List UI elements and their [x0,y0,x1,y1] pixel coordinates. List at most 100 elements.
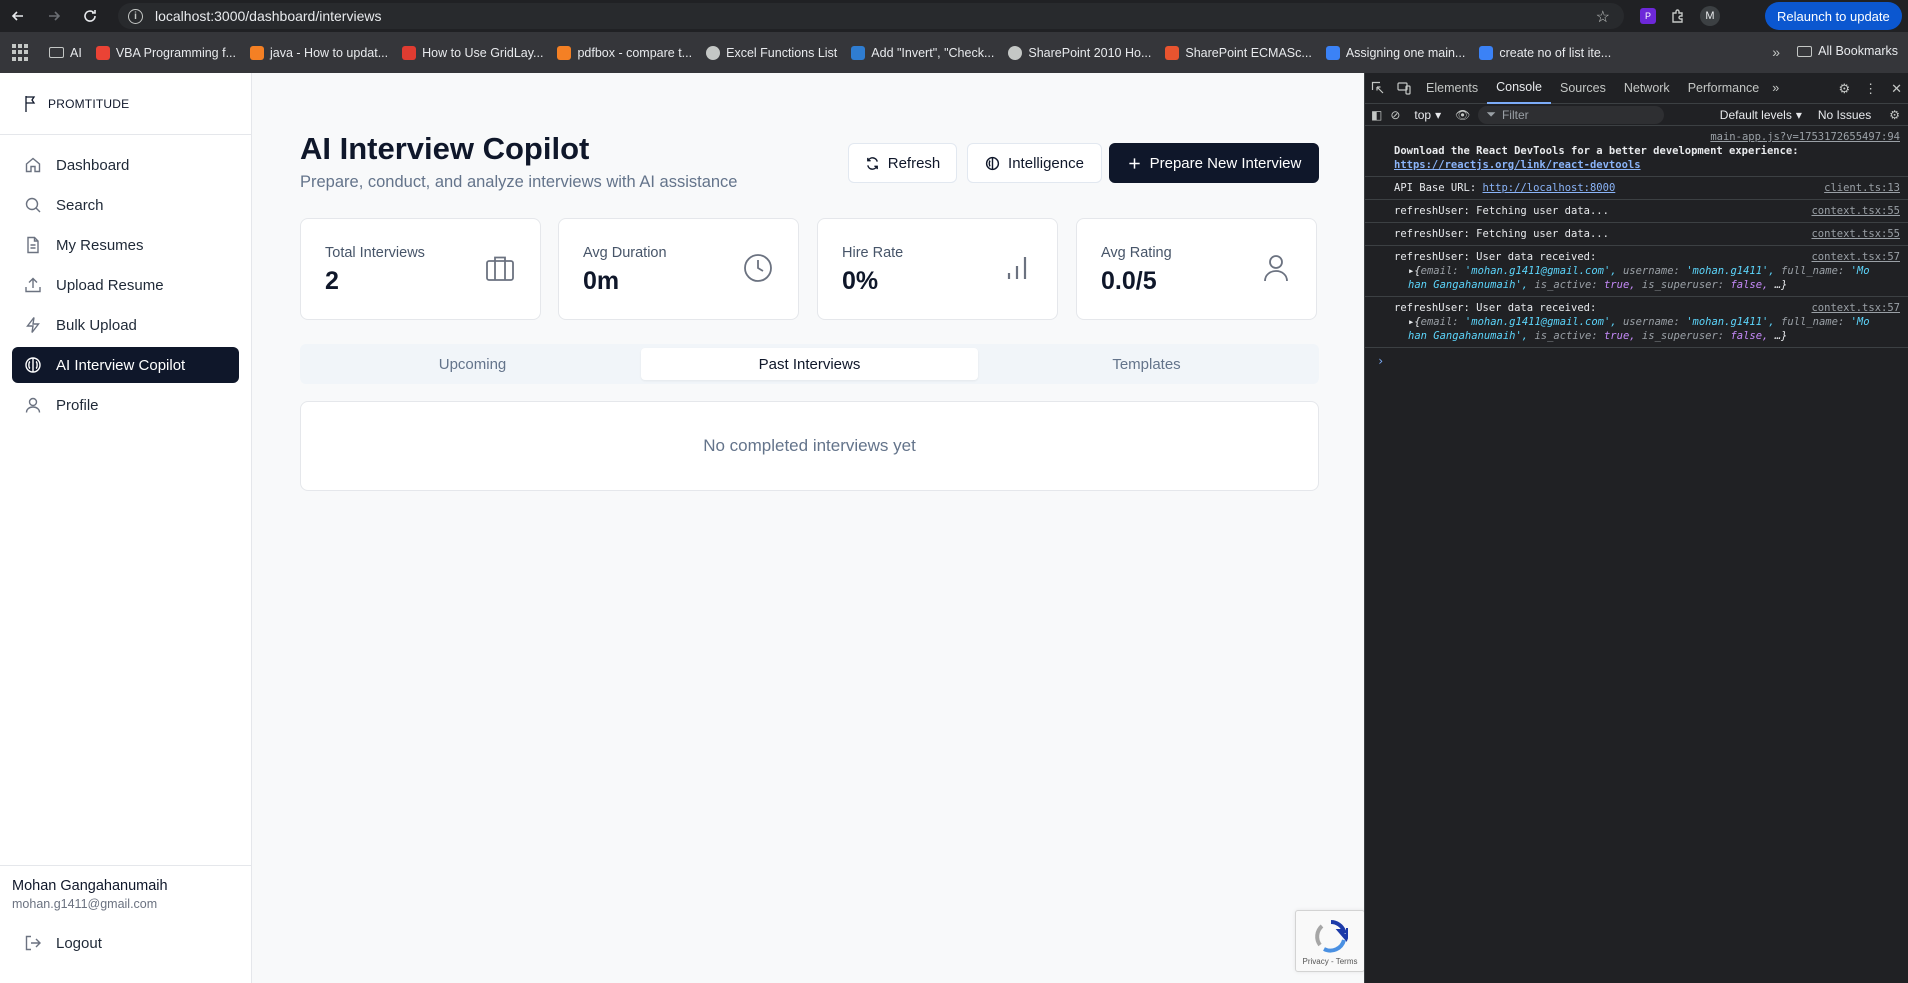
expand-triangle-icon[interactable]: ▸ [1408,316,1414,328]
extension-icon[interactable]: P [1640,8,1656,24]
log-levels-selector[interactable]: Default levels ▾ [1720,108,1802,122]
bookmark-item[interactable]: VBA Programming f... [89,45,243,60]
log-object-preview[interactable]: ▸{email: 'mohan.g1411@gmail.com', userna… [1394,315,1900,343]
site-icon [1165,45,1180,60]
logout-button[interactable]: Logout [12,925,240,961]
relaunch-button[interactable]: Relaunch to update [1765,2,1902,30]
sidebar-item-my-resumes[interactable]: My Resumes [12,227,239,263]
sidebar-footer: Mohan Gangahanumaih mohan.g1411@gmail.co… [0,865,252,983]
log-link[interactable]: http://localhost:8000 [1483,182,1616,194]
log-source-link[interactable]: client.ts:13 [1824,181,1900,195]
more-bookmarks-chevron-icon[interactable]: » [1772,44,1780,60]
log-text: Download the React DevTools for a better… [1394,145,1799,157]
issues-count[interactable]: No Issues [1818,108,1871,122]
tab-upcoming[interactable]: Upcoming [304,348,641,380]
devtools-tab-network[interactable]: Network [1615,73,1679,104]
oracle-icon [402,45,417,60]
sidebar-item-label: Upload Resume [56,276,164,294]
log-source-link[interactable]: context.tsx:55 [1811,227,1900,241]
bookmark-item[interactable]: AI [42,46,89,60]
brand[interactable]: PROMTITUDE [0,73,251,135]
bookmark-star-icon[interactable]: ☆ [1596,7,1610,27]
log-text: API Base URL: [1394,182,1477,194]
all-bookmarks-button[interactable]: All Bookmarks [1797,44,1898,58]
prepare-new-interview-button[interactable]: Prepare New Interview [1109,143,1319,183]
stat-value: 0.0/5 [1101,267,1157,295]
bookmark-item[interactable]: pdfbox - compare t... [550,45,699,60]
forward-button[interactable] [36,0,72,32]
settings-gear-icon[interactable]: ⚙ [1838,81,1850,97]
more-tabs-chevron-icon[interactable]: » [1768,81,1779,95]
google-icon [95,45,110,60]
brain-icon [985,156,1000,170]
puzzle-icon[interactable] [1670,8,1686,24]
briefcase-icon [486,256,514,281]
reload-icon [84,10,96,22]
bar-chart-icon [1007,257,1027,279]
reload-button[interactable] [72,0,108,32]
sidebar-item-bulk-upload[interactable]: Bulk Upload [12,307,239,343]
apps-grid-icon[interactable] [12,43,30,62]
stat-value: 0% [842,267,879,295]
profile-avatar[interactable]: M [1700,6,1720,26]
home-icon [25,157,41,173]
log-text: refreshUser: Fetching user data... [1394,228,1609,240]
stat-label: Total Interviews [325,245,425,261]
console-settings-gear-icon[interactable]: ⚙ [1889,108,1900,122]
globe-icon [1008,45,1023,60]
intelligence-button[interactable]: Intelligence [967,143,1102,183]
tab-templates[interactable]: Templates [978,348,1315,380]
more-options-icon[interactable]: ⋮ [1864,81,1877,97]
devtools-tab-elements[interactable]: Elements [1417,73,1487,104]
log-source-link[interactable]: context.tsx:57 [1811,250,1900,264]
back-button[interactable] [0,0,36,32]
bookmark-label: AI [70,45,82,60]
bookmark-item[interactable]: Excel Functions List [699,45,844,60]
recaptcha-badge[interactable]: Privacy - Terms [1295,910,1365,972]
bookmark-item[interactable]: How to Use GridLay... [395,45,550,60]
sidebar-item-label: Dashboard [56,156,130,174]
devtools-actions: ⚙ ⋮ ✕ [1838,81,1902,97]
bookmark-item[interactable]: java - How to updat... [243,45,395,60]
bookmark-item[interactable]: SharePoint 2010 Ho... [1001,45,1158,60]
bookmark-item[interactable]: Assigning one main... [1319,45,1473,60]
bookmark-item[interactable]: Add "Invert", "Check... [844,45,1001,60]
refresh-button[interactable]: Refresh [848,143,957,183]
log-object-preview[interactable]: ▸{email: 'mohan.g1411@gmail.com', userna… [1394,264,1900,292]
sidebar-item-search[interactable]: Search [12,187,239,223]
sidebar-item-ai-interview-copilot[interactable]: AI Interview Copilot [12,347,239,383]
bookmark-label: SharePoint 2010 Ho... [1028,45,1152,60]
log-source-link[interactable]: main-app.js?v=1753172655497:94 [1710,130,1900,144]
devtools-tab-sources[interactable]: Sources [1551,73,1615,104]
expand-triangle-icon[interactable]: ▸ [1408,265,1414,277]
context-selector[interactable]: top ▾ [1414,108,1441,122]
bookmarks-bar: AI VBA Programming f... java - How to upda… [0,32,1908,73]
log-link[interactable]: https://reactjs.org/link/react-devtools [1394,158,1900,172]
stat-label: Avg Duration [583,245,667,261]
bookmark-item[interactable]: create no of list ite... [1472,45,1618,60]
console-filter-input[interactable]: ⏷ Filter [1478,105,1665,124]
bookmark-item[interactable]: SharePoint ECMASc... [1158,45,1318,60]
extensions-area: P M [1640,0,1720,32]
site-info-icon[interactable]: i [128,8,143,24]
bookmark-label: Assigning one main... [1345,45,1466,60]
address-bar[interactable]: i localhost:3000/dashboard/interviews ☆ [118,3,1624,29]
close-icon[interactable]: ✕ [1891,81,1902,97]
log-source-link[interactable]: context.tsx:55 [1811,204,1900,218]
inspect-element-button[interactable] [1365,73,1391,104]
sidebar-item-upload-resume[interactable]: Upload Resume [12,267,239,303]
console-prompt[interactable]: › [1365,348,1908,374]
recaptcha-links[interactable]: Privacy - Terms [1296,957,1364,966]
tab-past-interviews[interactable]: Past Interviews [641,348,978,380]
sidebar-item-dashboard[interactable]: Dashboard [12,147,239,183]
sidebar-item-profile[interactable]: Profile [12,387,239,423]
log-source-link[interactable]: context.tsx:57 [1811,301,1900,315]
devtools-tab-performance[interactable]: Performance [1679,73,1769,104]
sidebar-item-label: Search [56,196,104,214]
sidebar-toggle-icon[interactable]: ◧ [1371,108,1382,122]
devtools-tab-console[interactable]: Console [1487,73,1551,104]
clear-console-icon[interactable]: ⊘ [1390,108,1400,122]
device-toolbar-button[interactable] [1391,73,1417,104]
folder-icon [49,47,64,58]
eye-icon[interactable]: 👁 [1455,108,1470,122]
